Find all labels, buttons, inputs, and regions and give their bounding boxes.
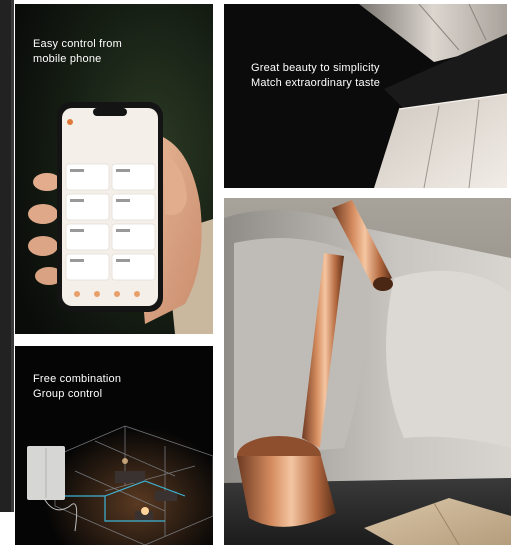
caption-mobile-line1: Easy control from	[33, 38, 122, 50]
caption-beauty: Great beauty to simplicity Match extraor…	[251, 61, 380, 91]
caption-combo-line2: Group control	[33, 388, 103, 400]
tile-great-beauty: Great beauty to simplicity Match extraor…	[224, 4, 507, 188]
caption-beauty-line2: Match extraordinary taste	[251, 77, 381, 89]
caption-combo-line1: Free combination	[33, 373, 122, 385]
caption-mobile: Easy control from mobile phone	[33, 37, 122, 67]
caption-beauty-line1: Great beauty to simplicity	[251, 62, 380, 74]
tile-mobile-control: Easy control from mobile phone	[15, 4, 213, 334]
caption-mobile-line2: mobile phone	[33, 53, 102, 65]
switch-panels-image	[224, 4, 507, 188]
copper-lamp-image	[224, 198, 511, 545]
tile-copper-lamp	[224, 198, 511, 545]
tile-free-combination: Free combination Group control	[15, 346, 213, 545]
left-edge-strip	[0, 0, 14, 512]
caption-combo: Free combination Group control	[33, 372, 121, 402]
